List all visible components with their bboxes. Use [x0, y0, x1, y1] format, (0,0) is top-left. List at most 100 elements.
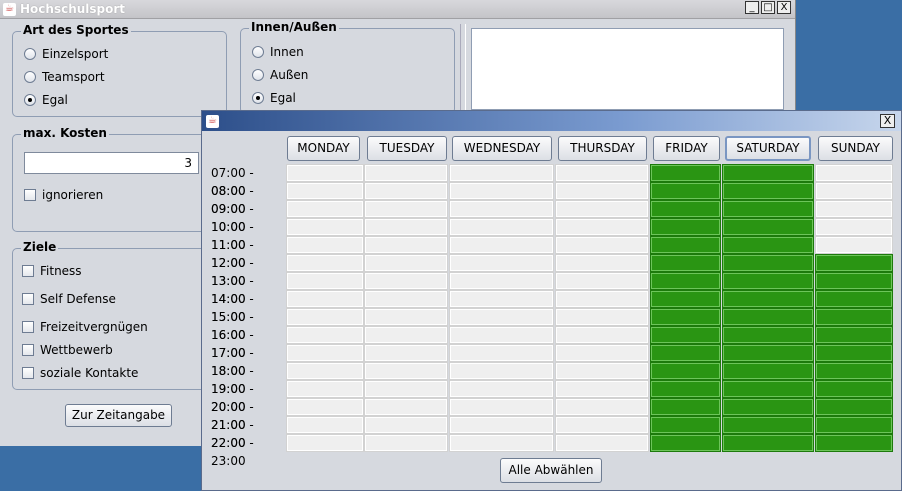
goal-freizeit[interactable]: Freizeitvergnügen [22, 320, 148, 334]
time-cell[interactable] [364, 398, 448, 416]
time-cell[interactable] [555, 362, 649, 380]
time-cell[interactable] [555, 236, 649, 254]
checkbox-icon[interactable] [22, 321, 34, 333]
time-cell[interactable] [286, 326, 364, 344]
time-cell[interactable] [555, 308, 649, 326]
time-cell[interactable] [722, 434, 814, 452]
time-cell[interactable] [364, 182, 448, 200]
time-cell[interactable] [650, 416, 721, 434]
time-cell[interactable] [722, 290, 814, 308]
time-cell[interactable] [364, 362, 448, 380]
radio-icon[interactable] [252, 46, 264, 58]
time-cell[interactable] [449, 416, 554, 434]
checkbox-icon[interactable] [24, 189, 36, 201]
time-cell[interactable] [449, 200, 554, 218]
time-cell[interactable] [722, 380, 814, 398]
time-cell[interactable] [449, 326, 554, 344]
time-cell[interactable] [286, 380, 364, 398]
max-cost-input[interactable]: 3 [24, 152, 199, 174]
radio-egal-sport[interactable]: Egal [24, 93, 68, 107]
day-button-monday[interactable]: MONDAY [287, 136, 360, 161]
time-cell[interactable] [555, 398, 649, 416]
time-cell[interactable] [722, 272, 814, 290]
checkbox-icon[interactable] [22, 293, 34, 305]
time-cell[interactable] [722, 236, 814, 254]
radio-icon[interactable] [252, 69, 264, 81]
time-cell[interactable] [815, 290, 893, 308]
time-cell[interactable] [555, 182, 649, 200]
time-cell[interactable] [286, 254, 364, 272]
time-cell[interactable] [722, 164, 814, 182]
time-cell[interactable] [286, 416, 364, 434]
day-button-tuesday[interactable]: TUESDAY [367, 136, 447, 161]
time-cell[interactable] [286, 200, 364, 218]
radio-icon[interactable] [24, 48, 36, 60]
time-cell[interactable] [555, 218, 649, 236]
time-cell[interactable] [650, 182, 721, 200]
time-cell[interactable] [364, 308, 448, 326]
dialog-close-button[interactable]: X [880, 114, 895, 128]
time-cell[interactable] [650, 326, 721, 344]
time-cell[interactable] [364, 380, 448, 398]
time-cell[interactable] [650, 434, 721, 452]
day-button-sunday[interactable]: SUNDAY [818, 136, 893, 161]
time-cell[interactable] [815, 398, 893, 416]
ignore-checkbox[interactable]: ignorieren [24, 188, 103, 202]
time-cell[interactable] [650, 254, 721, 272]
time-cell[interactable] [286, 218, 364, 236]
radio-egal-inout[interactable]: Egal [252, 91, 296, 105]
radio-selected-icon[interactable] [252, 92, 264, 104]
time-cell[interactable] [722, 200, 814, 218]
time-cell[interactable] [364, 434, 448, 452]
time-cell[interactable] [555, 344, 649, 362]
time-cell[interactable] [286, 434, 364, 452]
time-cell[interactable] [722, 398, 814, 416]
time-cell[interactable] [815, 434, 893, 452]
day-button-friday[interactable]: FRIDAY [653, 136, 720, 161]
time-cell[interactable] [815, 164, 893, 182]
radio-icon[interactable] [24, 71, 36, 83]
close-button[interactable]: X [777, 1, 791, 14]
time-cell[interactable] [815, 326, 893, 344]
time-cell[interactable] [364, 200, 448, 218]
time-cell[interactable] [364, 272, 448, 290]
time-cell[interactable] [650, 218, 721, 236]
time-cell[interactable] [555, 326, 649, 344]
radio-aussen[interactable]: Außen [252, 68, 308, 82]
time-cell[interactable] [286, 398, 364, 416]
to-time-button[interactable]: Zur Zeitangabe [65, 404, 172, 427]
time-cell[interactable] [555, 380, 649, 398]
time-cell[interactable] [722, 254, 814, 272]
day-button-wednesday[interactable]: WEDNESDAY [452, 136, 552, 161]
time-cell[interactable] [722, 416, 814, 434]
time-cell[interactable] [815, 182, 893, 200]
time-cell[interactable] [555, 290, 649, 308]
time-cell[interactable] [815, 236, 893, 254]
time-cell[interactable] [722, 218, 814, 236]
time-cell[interactable] [449, 308, 554, 326]
day-button-saturday[interactable]: SATURDAY [725, 136, 811, 161]
time-cell[interactable] [449, 362, 554, 380]
time-cell[interactable] [650, 344, 721, 362]
radio-selected-icon[interactable] [24, 94, 36, 106]
time-cell[interactable] [722, 344, 814, 362]
time-cell[interactable] [722, 308, 814, 326]
time-cell[interactable] [364, 416, 448, 434]
time-cell[interactable] [449, 218, 554, 236]
maximize-button[interactable]: □ [761, 1, 775, 14]
time-cell[interactable] [555, 272, 649, 290]
time-cell[interactable] [815, 200, 893, 218]
time-cell[interactable] [364, 218, 448, 236]
result-textarea[interactable] [471, 28, 784, 110]
time-cell[interactable] [364, 326, 448, 344]
time-cell[interactable] [555, 200, 649, 218]
time-cell[interactable] [286, 164, 364, 182]
time-cell[interactable] [722, 362, 814, 380]
time-cell[interactable] [815, 380, 893, 398]
time-cell[interactable] [364, 164, 448, 182]
time-cell[interactable] [286, 236, 364, 254]
goal-fitness[interactable]: Fitness [22, 264, 82, 278]
time-cell[interactable] [286, 362, 364, 380]
time-cell[interactable] [815, 272, 893, 290]
time-cell[interactable] [286, 272, 364, 290]
